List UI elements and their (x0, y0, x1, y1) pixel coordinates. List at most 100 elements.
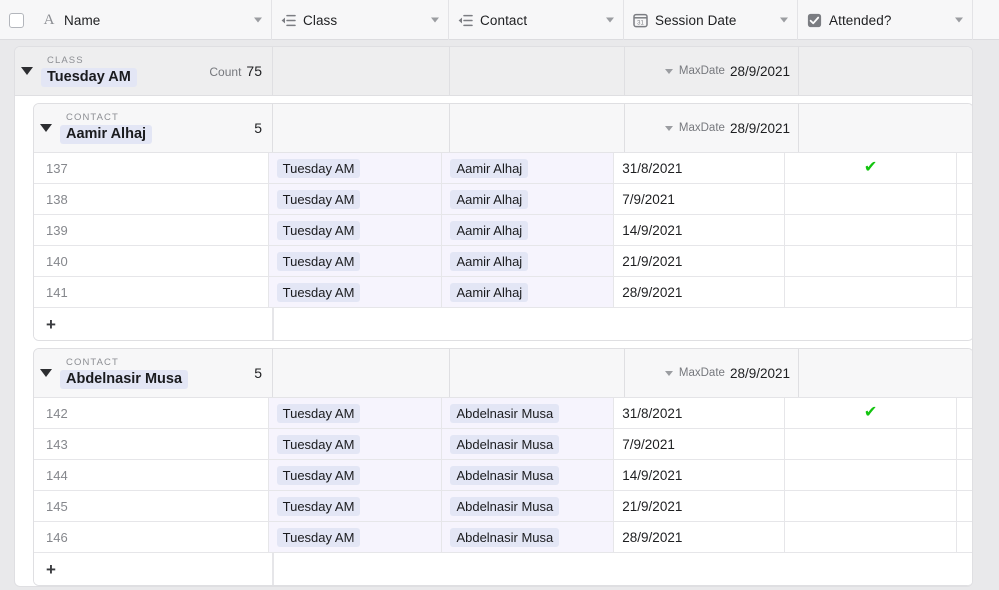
select-all-checkbox[interactable] (9, 12, 24, 28)
contact-group-contact-summary[interactable] (450, 349, 625, 397)
session-date-cell[interactable]: 7/9/2021 (614, 184, 786, 214)
attended-cell[interactable] (785, 277, 957, 307)
contact-group-class-summary[interactable] (273, 349, 450, 397)
session-date-cell[interactable]: 28/9/2021 (614, 522, 786, 552)
collapse-toggle-icon[interactable] (40, 124, 52, 132)
row-number-cell[interactable]: 141 (34, 277, 269, 307)
contact-cell[interactable]: Abdelnasir Musa (442, 429, 615, 459)
table-row[interactable]: 138 Tuesday AM Aamir Alhaj 7/9/2021 (34, 184, 972, 215)
class-cell[interactable]: Tuesday AM (268, 522, 443, 552)
contact-group-count[interactable]: 5 (254, 365, 262, 381)
contact-cell[interactable]: Abdelnasir Musa (442, 460, 615, 490)
contact-group-class-summary[interactable] (273, 104, 450, 152)
attended-cell[interactable] (785, 460, 957, 490)
session-date-cell[interactable]: 31/8/2021 (614, 153, 786, 183)
contact-cell[interactable]: Abdelnasir Musa (442, 522, 615, 552)
add-record-row[interactable]: + (34, 553, 972, 585)
attended-cell[interactable] (785, 184, 957, 214)
collapse-toggle-icon[interactable] (40, 369, 52, 377)
row-number-cell[interactable]: 142 (34, 398, 269, 428)
chevron-down-icon[interactable] (431, 17, 439, 23)
attended-cell[interactable] (785, 522, 957, 552)
contact-group-count[interactable]: 5 (254, 120, 262, 136)
row-number-cell[interactable]: 138 (34, 184, 269, 214)
row-number-cell[interactable]: 146 (34, 522, 269, 552)
attended-cell[interactable] (785, 429, 957, 459)
column-header-attended[interactable]: Attended? (798, 0, 973, 40)
class-cell[interactable]: Tuesday AM (268, 491, 443, 521)
contact-group-header[interactable]: CONTACT Aamir Alhaj 5 MaxDate 28/9/2021 (34, 104, 972, 153)
table-row[interactable]: 144 Tuesday AM Abdelnasir Musa 14/9/2021 (34, 460, 972, 491)
select-all-cell[interactable] (0, 0, 33, 40)
column-header-contact[interactable]: Contact (449, 0, 624, 40)
column-header-session-date[interactable]: 31 Session Date (624, 0, 798, 40)
class-group-count[interactable]: Count 75 (209, 63, 262, 79)
chevron-down-icon[interactable] (664, 370, 673, 376)
table-row[interactable]: 137 Tuesday AM Aamir Alhaj 31/8/2021 ✔ (34, 153, 972, 184)
table-row[interactable]: 140 Tuesday AM Aamir Alhaj 21/9/2021 (34, 246, 972, 277)
class-group-contact-summary[interactable] (450, 47, 625, 95)
contact-group-attended-summary[interactable] (799, 349, 972, 397)
chevron-down-icon[interactable] (664, 125, 673, 131)
class-group-class-summary[interactable] (273, 47, 450, 95)
contact-cell[interactable]: Aamir Alhaj (442, 184, 615, 214)
collapse-toggle-icon[interactable] (21, 67, 33, 75)
attended-cell[interactable] (785, 246, 957, 276)
table-row[interactable]: 141 Tuesday AM Aamir Alhaj 28/9/2021 (34, 277, 972, 308)
class-group-date-summary[interactable]: MaxDate 28/9/2021 (625, 47, 799, 95)
class-cell[interactable]: Tuesday AM (268, 460, 443, 490)
table-row[interactable]: 143 Tuesday AM Abdelnasir Musa 7/9/2021 (34, 429, 972, 460)
chevron-down-icon[interactable] (254, 17, 262, 23)
add-record-row[interactable]: + (34, 308, 972, 340)
attended-cell[interactable]: ✔ (785, 153, 957, 183)
table-row[interactable]: 139 Tuesday AM Aamir Alhaj 14/9/2021 (34, 215, 972, 246)
class-cell[interactable]: Tuesday AM (268, 429, 443, 459)
class-cell[interactable]: Tuesday AM (268, 398, 443, 428)
table-row[interactable]: 146 Tuesday AM Abdelnasir Musa 28/9/2021 (34, 522, 972, 553)
attended-cell[interactable] (785, 215, 957, 245)
class-cell[interactable]: Tuesday AM (268, 246, 443, 276)
chevron-down-icon[interactable] (664, 68, 673, 74)
session-date-cell[interactable]: 21/9/2021 (614, 246, 786, 276)
class-cell[interactable]: Tuesday AM (268, 277, 443, 307)
add-record-button[interactable]: + (34, 308, 273, 340)
row-number-cell[interactable]: 143 (34, 429, 269, 459)
session-date-cell[interactable]: 31/8/2021 (614, 398, 786, 428)
class-cell[interactable]: Tuesday AM (268, 215, 443, 245)
class-cell[interactable]: Tuesday AM (268, 153, 443, 183)
row-number-cell[interactable]: 140 (34, 246, 269, 276)
contact-group-header[interactable]: CONTACT Abdelnasir Musa 5 MaxDate 28/9/2… (34, 349, 972, 398)
contact-cell[interactable]: Aamir Alhaj (442, 246, 615, 276)
session-date-cell[interactable]: 14/9/2021 (614, 215, 786, 245)
contact-group-date-summary[interactable]: MaxDate 28/9/2021 (625, 349, 799, 397)
chevron-down-icon[interactable] (606, 17, 614, 23)
session-date-cell[interactable]: 7/9/2021 (614, 429, 786, 459)
row-number-cell[interactable]: 137 (34, 153, 269, 183)
class-group-header[interactable]: CLASS Tuesday AM Count 75 MaxDate 28/9/2… (15, 47, 972, 96)
attended-cell[interactable] (785, 491, 957, 521)
class-cell[interactable]: Tuesday AM (268, 184, 443, 214)
contact-cell[interactable]: Abdelnasir Musa (442, 398, 615, 428)
grid-body[interactable]: CLASS Tuesday AM Count 75 MaxDate 28/9/2… (0, 40, 999, 590)
class-group-attended-summary[interactable] (799, 47, 972, 95)
add-record-button[interactable]: + (34, 553, 273, 585)
contact-cell[interactable]: Aamir Alhaj (442, 215, 615, 245)
session-date-cell[interactable]: 28/9/2021 (614, 277, 786, 307)
table-row[interactable]: 142 Tuesday AM Abdelnasir Musa 31/8/2021… (34, 398, 972, 429)
chevron-down-icon[interactable] (780, 17, 788, 23)
table-row[interactable]: 145 Tuesday AM Abdelnasir Musa 21/9/2021 (34, 491, 972, 522)
session-date-cell[interactable]: 21/9/2021 (614, 491, 786, 521)
row-number-cell[interactable]: 145 (34, 491, 269, 521)
contact-cell[interactable]: Abdelnasir Musa (442, 491, 615, 521)
contact-cell[interactable]: Aamir Alhaj (442, 277, 615, 307)
chevron-down-icon[interactable] (955, 17, 963, 23)
session-date-cell[interactable]: 14/9/2021 (614, 460, 786, 490)
contact-group-date-summary[interactable]: MaxDate 28/9/2021 (625, 104, 799, 152)
column-header-class[interactable]: Class (272, 0, 449, 40)
contact-cell[interactable]: Aamir Alhaj (442, 153, 615, 183)
contact-group-attended-summary[interactable] (799, 104, 972, 152)
row-number-cell[interactable]: 139 (34, 215, 269, 245)
contact-group-contact-summary[interactable] (450, 104, 625, 152)
row-number-cell[interactable]: 144 (34, 460, 269, 490)
column-header-name[interactable]: A Name (33, 0, 272, 40)
